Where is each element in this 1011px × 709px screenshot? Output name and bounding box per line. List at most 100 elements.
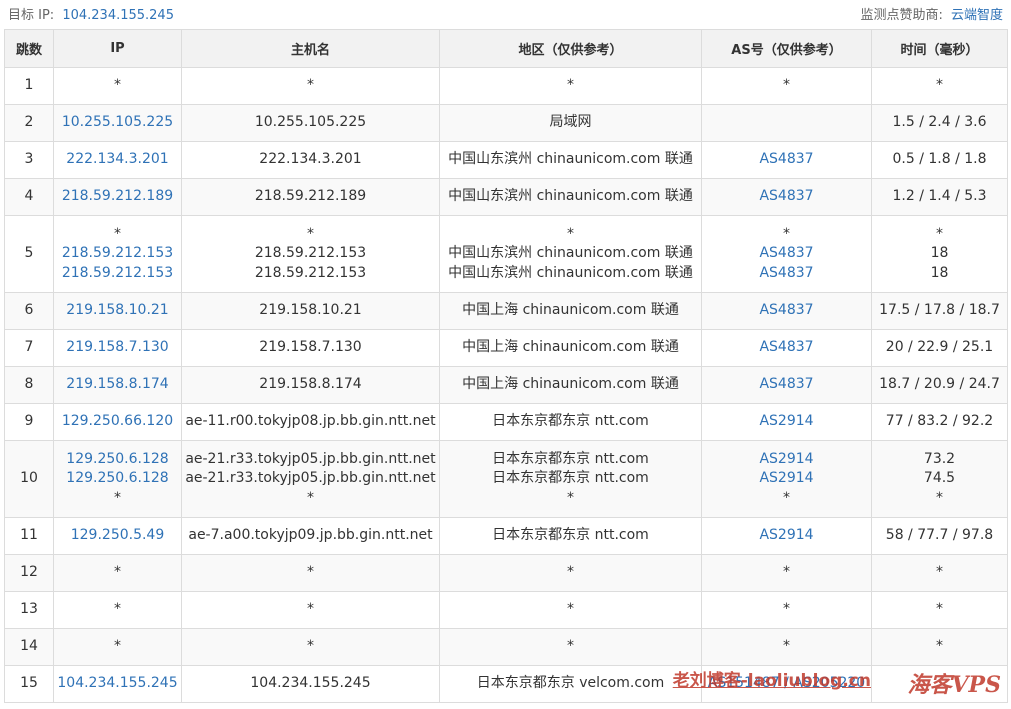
- ip-value[interactable]: 219.158.10.21: [55, 301, 181, 321]
- region-value: 局域网: [549, 114, 592, 131]
- asn-cell: AS4837: [701, 178, 872, 216]
- hop-cell: 1: [4, 67, 54, 105]
- table-row: 12 * * * * *: [4, 554, 1008, 592]
- hostname-value: *: [307, 225, 314, 242]
- ip-cell: *: [53, 591, 182, 629]
- time-value: 74.5: [923, 470, 956, 487]
- ip-value[interactable]: 218.59.212.189: [55, 187, 181, 207]
- hop-cell: 14: [4, 628, 54, 666]
- ip-cell: *: [53, 628, 182, 666]
- region-value: *: [567, 564, 574, 581]
- ip-value: *: [114, 601, 121, 618]
- ip-value[interactable]: 219.158.8.174: [55, 375, 181, 395]
- region-cell: *: [439, 628, 702, 666]
- asn-value[interactable]: AS4837: [703, 187, 871, 207]
- table-row: 8 219.158.8.174 219.158.8.174 中国上海 chinauni…: [4, 366, 1008, 404]
- table-row: 5 * 218.59.212.153 218.59.212.153 * 218.59.21…: [4, 215, 1008, 293]
- watermark: 海客VPS: [907, 665, 1001, 701]
- sponsor-link[interactable]: 云端智度: [951, 8, 1003, 23]
- col-header-ip: IP: [53, 29, 182, 68]
- ip-cell: * 218.59.212.153 218.59.212.153: [53, 215, 182, 293]
- asn-value[interactable]: AS2914: [703, 526, 871, 546]
- asn-value[interactable]: AS2914: [703, 412, 871, 432]
- asn-cell: AS2914: [701, 517, 872, 555]
- hostname-cell: ae-7.a00.tokyjp09.jp.bb.gin.ntt.net: [181, 517, 440, 555]
- region-cell: 中国上海 chinaunicom.com 联通: [439, 366, 702, 404]
- hostname-value: ae-21.r33.tokyjp05.jp.bb.gin.ntt.net: [185, 470, 436, 487]
- asn-value[interactable]: AS4837: [703, 338, 871, 358]
- time-cell: * 18 18: [871, 215, 1008, 293]
- table-row: 11 129.250.5.49 ae-7.a00.tokyjp09.jp.bb.gi…: [4, 517, 1008, 555]
- region-cell: 日本东京都东京 ntt.com 日本东京都东京 ntt.com *: [439, 440, 702, 518]
- table-row: 10 129.250.6.128 129.250.6.128 * ae-21.r33.t…: [4, 440, 1008, 518]
- ip-value[interactable]: 222.134.3.201: [55, 150, 181, 170]
- target-ip[interactable]: 104.234.155.245: [62, 8, 174, 23]
- asn-value[interactable]: AS4837: [703, 244, 871, 264]
- asn-value[interactable]: AS4837: [703, 375, 871, 395]
- time-cell: 1.5 / 2.4 / 3.6: [871, 104, 1008, 142]
- region-cell: 日本东京都东京 ntt.com: [439, 403, 702, 441]
- ip-cell: 104.234.155.245: [53, 665, 182, 703]
- asn-value[interactable]: AS2914: [703, 469, 871, 489]
- hostname-value: ae-7.a00.tokyjp09.jp.bb.gin.ntt.net: [188, 527, 433, 544]
- time-cell: 17.5 / 17.8 / 18.7: [871, 292, 1008, 330]
- region-value: 日本东京都东京 ntt.com: [492, 527, 649, 544]
- asn-value[interactable]: AS4837: [703, 150, 871, 170]
- table-row: 4 218.59.212.189 218.59.212.189 中国山东滨州 chin…: [4, 178, 1008, 216]
- asn-cell: * AS4837 AS4837: [701, 215, 872, 293]
- table-row: 14 * * * * *: [4, 628, 1008, 666]
- hostname-value: *: [307, 564, 314, 581]
- region-value: *: [567, 77, 574, 94]
- traceroute-table: 跳数 IP 主机名 地区（仅供参考） AS号（仅供参考） 时间（毫秒） 1 * * *…: [4, 29, 1008, 703]
- ip-value[interactable]: 218.59.212.153: [55, 244, 181, 264]
- time-value: *: [936, 638, 943, 655]
- hostname-cell: 218.59.212.189: [181, 178, 440, 216]
- hostname-value: 218.59.212.153: [254, 245, 367, 262]
- ip-value: *: [114, 564, 121, 581]
- ip-value: *: [114, 638, 121, 655]
- hostname-value: 219.158.10.21: [259, 302, 362, 319]
- ip-value[interactable]: 129.250.6.128: [55, 450, 181, 470]
- ip-cell: 219.158.10.21: [53, 292, 182, 330]
- hostname-value: *: [307, 601, 314, 618]
- time-cell: 77 / 83.2 / 92.2: [871, 403, 1008, 441]
- ip-value[interactable]: 218.59.212.153: [55, 264, 181, 284]
- ip-cell: *: [53, 554, 182, 592]
- time-value: 18: [930, 264, 949, 281]
- time-value: *: [936, 601, 943, 618]
- hop-cell: 9: [4, 403, 54, 441]
- hostname-cell: 219.158.8.174: [181, 366, 440, 404]
- hop-cell: 4: [4, 178, 54, 216]
- col-header-time: 时间（毫秒）: [871, 29, 1008, 68]
- asn-value[interactable]: AS4837: [703, 301, 871, 321]
- asn-value[interactable]: AS2914: [703, 450, 871, 470]
- asn-value[interactable]: AS4837: [703, 264, 871, 284]
- sponsor-label: 监测点赞助商:: [860, 8, 943, 23]
- ip-value[interactable]: 129.250.66.120: [55, 412, 181, 432]
- asn-value: *: [783, 489, 790, 506]
- ip-value[interactable]: 129.250.5.49: [55, 526, 181, 546]
- asn-value: *: [783, 225, 790, 242]
- hop-cell: 3: [4, 141, 54, 179]
- asn-cell: AS4837: [701, 141, 872, 179]
- ip-cell: 218.59.212.189: [53, 178, 182, 216]
- hop-cell: 7: [4, 329, 54, 367]
- region-value: 中国上海 chinaunicom.com 联通: [462, 339, 679, 356]
- region-value: 中国山东滨州 chinaunicom.com 联通: [448, 188, 693, 205]
- ip-value[interactable]: 219.158.7.130: [55, 338, 181, 358]
- hostname-cell: 104.234.155.245: [181, 665, 440, 703]
- ip-value[interactable]: 129.250.6.128: [55, 469, 181, 489]
- region-value: *: [567, 601, 574, 618]
- hostname-value: *: [307, 638, 314, 655]
- col-header-region: 地区（仅供参考）: [439, 29, 702, 68]
- col-header-asn: AS号（仅供参考）: [701, 29, 872, 68]
- target-label: 目标 IP:: [8, 8, 55, 23]
- ip-value[interactable]: 104.234.155.245: [55, 674, 181, 694]
- hostname-value: 219.158.8.174: [259, 376, 362, 393]
- ip-value[interactable]: 10.255.105.225: [55, 113, 181, 133]
- table-row: 1 * * * * *: [4, 67, 1008, 105]
- hostname-cell: ae-21.r33.tokyjp05.jp.bb.gin.ntt.net ae-2…: [181, 440, 440, 518]
- time-value: *: [936, 489, 943, 506]
- ip-cell: 129.250.5.49: [53, 517, 182, 555]
- time-value: 58 / 77.7 / 97.8: [885, 527, 994, 544]
